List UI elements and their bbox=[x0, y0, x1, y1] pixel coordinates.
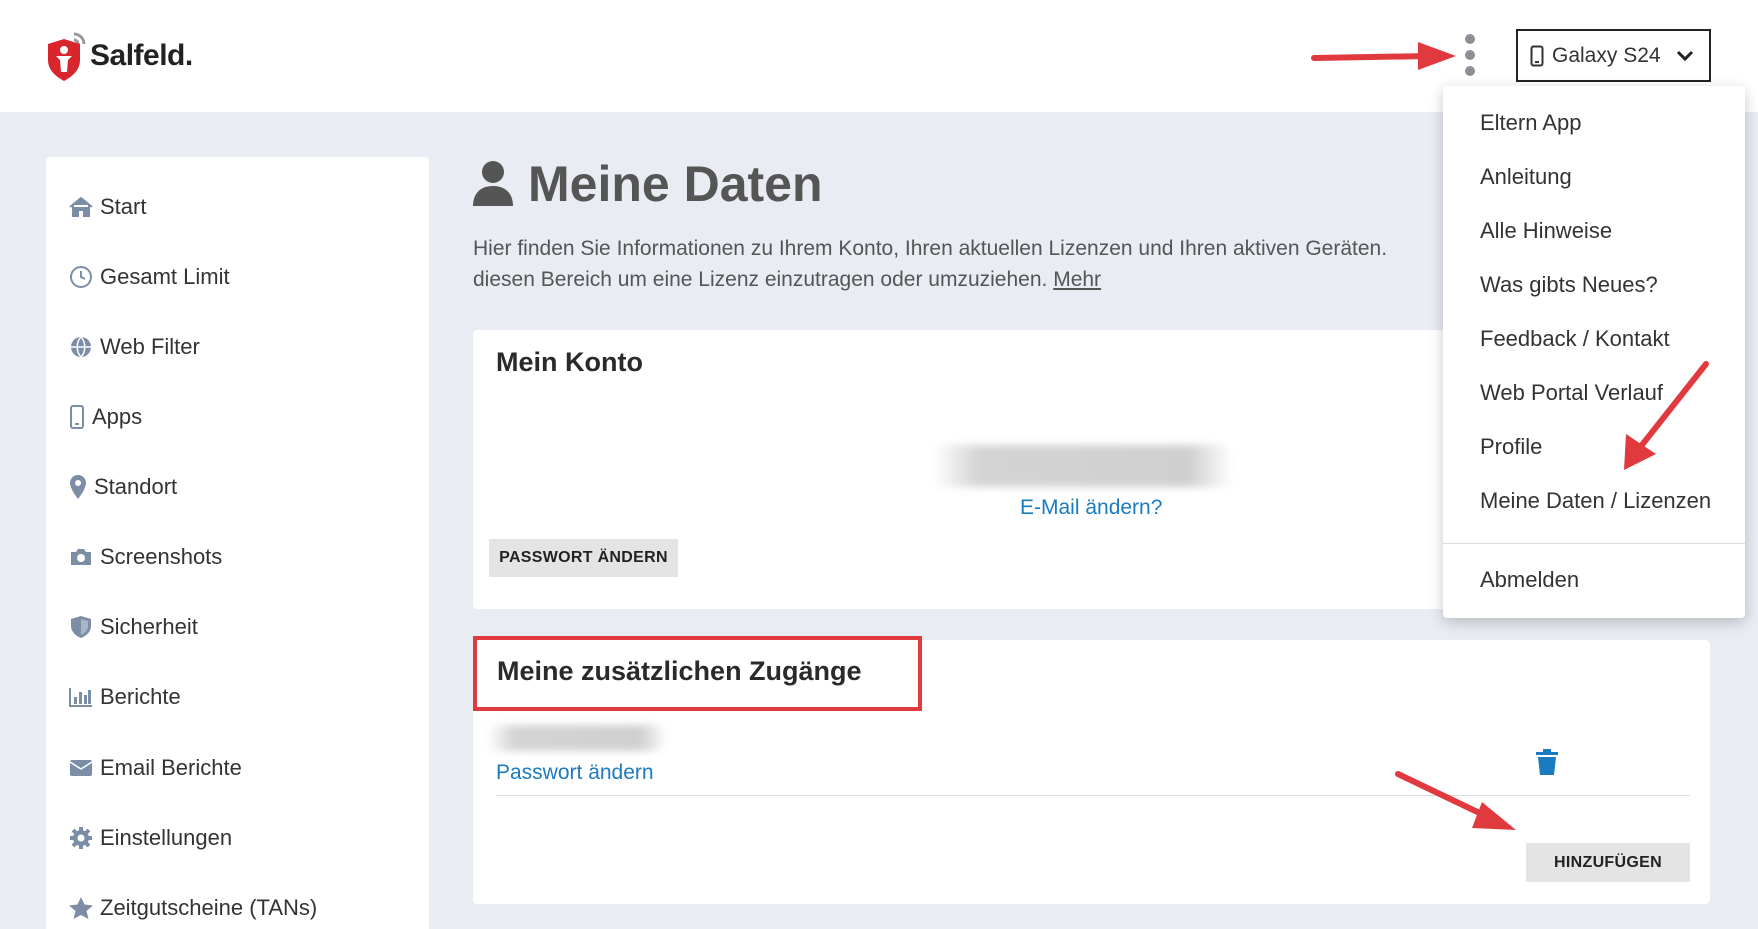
options-dropdown-menu: Eltern App Anleitung Alle Hinweise Was g… bbox=[1443, 86, 1745, 618]
menu-item-profile[interactable]: Profile bbox=[1480, 434, 1542, 460]
more-link[interactable]: Mehr bbox=[1053, 268, 1101, 291]
menu-item-abmelden[interactable]: Abmelden bbox=[1480, 567, 1579, 593]
user-icon bbox=[473, 161, 513, 206]
sidebar-item-apps[interactable]: Apps bbox=[68, 397, 142, 437]
salfeld-logo[interactable]: Salfeld. bbox=[44, 30, 193, 82]
smartphone-icon bbox=[1530, 45, 1544, 66]
menu-item-was-gibts-neues[interactable]: Was gibts Neues? bbox=[1480, 272, 1658, 298]
clock-icon bbox=[68, 265, 94, 289]
menu-item-eltern-app[interactable]: Eltern App bbox=[1480, 110, 1582, 136]
account-card-title: Mein Konto bbox=[496, 347, 643, 377]
menu-item-feedback-kontakt[interactable]: Feedback / Kontakt bbox=[1480, 326, 1670, 352]
shield-icon bbox=[68, 615, 94, 639]
highlight-box bbox=[473, 636, 922, 711]
phone-icon bbox=[68, 404, 86, 430]
page-title: Meine Daten bbox=[472, 155, 823, 213]
menu-item-web-portal-verlauf[interactable]: Web Portal Verlauf bbox=[1480, 380, 1663, 406]
menu-divider bbox=[1443, 543, 1745, 544]
intro-line-2-text: diesen Bereich um eine Lizenz einzutrage… bbox=[473, 268, 1048, 291]
salfeld-shield-icon bbox=[48, 32, 86, 81]
menu-item-anleitung[interactable]: Anleitung bbox=[1480, 164, 1572, 190]
access-change-password-link[interactable]: Passwort ändern bbox=[496, 761, 654, 785]
envelope-icon bbox=[68, 759, 94, 777]
sidebar-item-email-berichte[interactable]: Email Berichte bbox=[68, 748, 242, 788]
change-email-link[interactable]: E-Mail ändern? bbox=[1020, 496, 1162, 520]
trash-icon[interactable] bbox=[1535, 748, 1559, 776]
change-password-button[interactable]: PASSWORT ÄNDERN bbox=[489, 539, 678, 577]
intro-line-2: diesen Bereich um eine Lizenz einzutrage… bbox=[473, 264, 1453, 295]
location-pin-icon bbox=[68, 474, 88, 500]
brand-name: Salfeld. bbox=[90, 39, 193, 72]
sidebar-nav: Start Gesamt Limit Web Filter Apps Stand… bbox=[46, 157, 429, 929]
sidebar-item-einstellungen[interactable]: Einstellungen bbox=[68, 818, 232, 858]
menu-item-meine-daten-lizenzen[interactable]: Meine Daten / Lizenzen bbox=[1480, 488, 1711, 514]
page-title-text: Meine Daten bbox=[528, 156, 823, 212]
device-name: Galaxy S24 bbox=[1552, 43, 1661, 67]
sidebar-item-sicherheit[interactable]: Sicherheit bbox=[68, 607, 198, 647]
globe-icon bbox=[68, 335, 94, 359]
blurred-username bbox=[487, 725, 667, 751]
sidebar-item-label: Zeitgutscheine (TANs) bbox=[100, 895, 318, 920]
gear-icon bbox=[68, 826, 94, 850]
sidebar-item-label: Berichte bbox=[100, 684, 181, 709]
chevron-down-icon bbox=[1676, 50, 1694, 62]
sidebar-item-label: Email Berichte bbox=[100, 755, 242, 780]
blurred-email bbox=[933, 445, 1233, 487]
sidebar-item-standort[interactable]: Standort bbox=[68, 467, 177, 507]
bar-chart-icon bbox=[68, 687, 94, 707]
sidebar-item-zeitgutscheine[interactable]: Zeitgutscheine (TANs) bbox=[68, 888, 317, 928]
sidebar-item-label: Standort bbox=[94, 474, 178, 499]
sidebar-item-label: Screenshots bbox=[100, 544, 223, 569]
sidebar-item-label: Gesamt Limit bbox=[100, 264, 230, 289]
row-divider bbox=[496, 795, 1690, 796]
star-icon bbox=[68, 896, 94, 920]
sidebar-item-label: Sicherheit bbox=[100, 614, 198, 639]
sidebar-item-berichte[interactable]: Berichte bbox=[68, 677, 181, 717]
sidebar-item-label: Web Filter bbox=[100, 334, 200, 359]
sidebar-item-label: Apps bbox=[92, 404, 143, 429]
add-button[interactable]: HINZUFÜGEN bbox=[1526, 843, 1690, 882]
device-selector[interactable]: Galaxy S24 bbox=[1516, 29, 1711, 82]
sidebar-item-start[interactable]: Start bbox=[68, 187, 146, 227]
menu-item-alle-hinweise[interactable]: Alle Hinweise bbox=[1480, 218, 1612, 244]
home-icon bbox=[68, 196, 94, 218]
sidebar-item-label: Einstellungen bbox=[100, 825, 233, 850]
more-options-kebab-icon[interactable] bbox=[1462, 34, 1478, 76]
sidebar-item-gesamt-limit[interactable]: Gesamt Limit bbox=[68, 257, 230, 297]
sidebar-item-web-filter[interactable]: Web Filter bbox=[68, 327, 200, 367]
camera-icon bbox=[68, 547, 94, 567]
sidebar-item-label: Start bbox=[100, 194, 147, 219]
intro-text: Hier finden Sie Informationen zu Ihrem K… bbox=[473, 233, 1453, 295]
sidebar-item-screenshots[interactable]: Screenshots bbox=[68, 537, 222, 577]
intro-line-1: Hier finden Sie Informationen zu Ihrem K… bbox=[473, 237, 1388, 260]
